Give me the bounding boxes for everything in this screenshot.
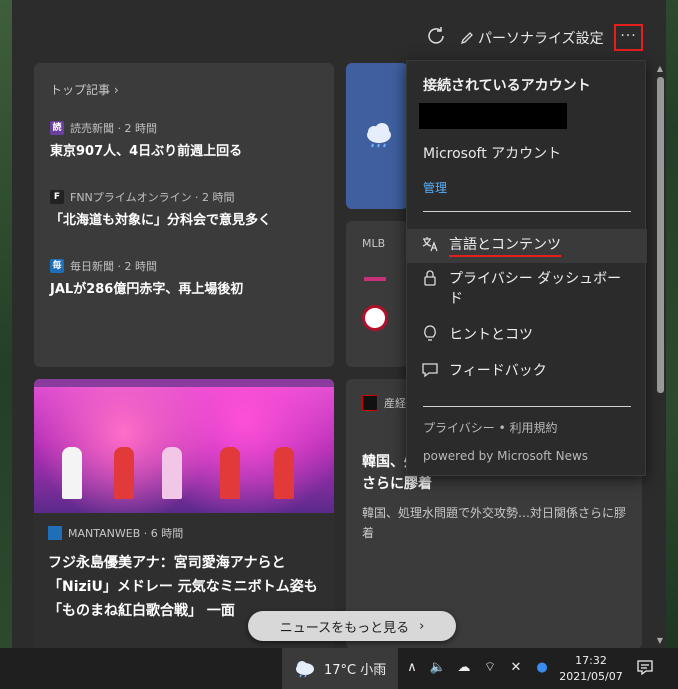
news-item[interactable]: F FNNプライムオンライン · 2 時間 「北海道も対象に」分科会で意見多く: [50, 189, 318, 228]
cloud-rain-icon: [296, 660, 314, 677]
news-title[interactable]: 東京907人、4日ぶり前週上回る: [50, 140, 318, 159]
mlb-card[interactable]: MLB: [346, 221, 408, 367]
more-news-label: ニュースをもっと見る: [279, 620, 410, 636]
feedback-icon: [422, 363, 438, 378]
chevron-up-icon[interactable]: ∧: [404, 659, 420, 675]
menu-item-language-content[interactable]: 言語とコンテンツ: [407, 229, 647, 263]
more-news-button[interactable]: ニュースをもっと見る ›: [248, 611, 456, 641]
manage-link[interactable]: 管理: [423, 179, 447, 196]
lock-icon: [424, 270, 436, 286]
stage-lights: [34, 379, 334, 387]
news-item[interactable]: 毎 毎日新聞 · 2 時間 JALが286億円赤字、再上場後初: [50, 258, 318, 297]
wifi-icon[interactable]: ⌔: [482, 659, 498, 675]
pencil-icon: [460, 32, 473, 45]
news-source: 産経: [384, 397, 406, 410]
news-source: MANTANWEB · 6 時間: [68, 527, 184, 540]
scrollbar-thumb[interactable]: [657, 77, 664, 393]
performer-figure: [162, 447, 182, 499]
more-options-button[interactable]: ···: [614, 24, 643, 51]
language-icon: [422, 237, 438, 252]
lightbulb-icon: [424, 325, 436, 341]
menu-item-feedback[interactable]: フィードバック: [407, 355, 647, 387]
photo-news-card[interactable]: MANTANWEB · 6 時間 フジ永島優美アナ：宮司愛海アナらと「NiziU…: [34, 379, 334, 648]
taskbar: 17°C 小雨 ∧ 🔈 ☁ ⌔ ✕ ● 17:32 2021/05/07: [0, 648, 678, 689]
menu-item-label: 言語とコンテンツ: [449, 235, 561, 257]
cloud-rain-icon: [367, 123, 391, 148]
news-widget-panel: パーソナライズ設定 ··· トップ記事 › 読 読売新聞 · 2 時間 東京90…: [12, 0, 666, 648]
news-item[interactable]: 読 読売新聞 · 2 時間 東京907人、4日ぶり前週上回る: [50, 120, 318, 159]
weather-card[interactable]: [346, 63, 408, 209]
publisher-logo-icon: 読: [50, 121, 64, 135]
vertical-scrollbar[interactable]: ▲ ▼: [654, 63, 666, 647]
scroll-up-icon[interactable]: ▲: [654, 63, 666, 75]
taskbar-weather-button[interactable]: 17°C 小雨: [282, 648, 398, 689]
redacted-account-name: [419, 103, 567, 129]
notification-icon[interactable]: [636, 659, 654, 677]
publisher-logo-icon: 毎: [50, 259, 64, 273]
powered-by-text: powered by Microsoft News: [423, 449, 589, 463]
scroll-down-icon[interactable]: ▼: [654, 635, 666, 647]
refresh-icon[interactable]: [426, 26, 446, 46]
taskbar-weather-label: 17°C 小雨: [324, 663, 387, 678]
chevron-right-icon: ›: [419, 618, 425, 634]
menu-divider: [423, 211, 631, 212]
menu-item-label: ヒントとコツ: [449, 327, 533, 343]
sankei-logo-icon: [362, 395, 378, 411]
menu-item-tips[interactable]: ヒントとコツ: [407, 319, 647, 351]
menu-item-label: フィードバック: [449, 363, 547, 379]
menu-divider: [423, 406, 631, 407]
menu-item-privacy-dashboard[interactable]: プライバシー ダッシュボード: [407, 263, 647, 315]
clock-time: 17:32: [575, 654, 607, 667]
privacy-terms-link[interactable]: プライバシー • 利用規約: [423, 419, 557, 436]
performer-figure: [114, 447, 134, 499]
app-circle-icon[interactable]: ●: [534, 659, 550, 675]
news-source: 読売新聞 · 2 時間: [70, 122, 157, 135]
options-menu: 接続されているアカウント Microsoft アカウント 管理 言語とコンテンツ…: [406, 60, 647, 476]
onedrive-icon[interactable]: ☁: [456, 659, 472, 675]
top-stories-header[interactable]: トップ記事 ›: [50, 81, 318, 98]
personalize-button[interactable]: パーソナライズ設定: [460, 28, 604, 48]
news-title[interactable]: 「北海道も対象に」分科会で意見多く: [50, 209, 318, 228]
publisher-logo-icon: F: [50, 190, 64, 204]
nationals-logo-icon: [362, 305, 388, 331]
mantanweb-logo-icon: [48, 526, 62, 540]
news-photo: [34, 379, 334, 513]
mlb-label: MLB: [362, 237, 386, 250]
taskbar-clock[interactable]: 17:32 2021/05/07: [556, 653, 626, 685]
performer-figure: [220, 447, 240, 499]
microsoft-account-label: Microsoft アカウント: [423, 146, 562, 162]
menu-item-label: プライバシー ダッシュボード: [449, 271, 622, 307]
team-logo-icon: [364, 277, 386, 281]
widget-toolbar: パーソナライズ設定 ···: [12, 0, 666, 62]
top-stories-card: トップ記事 › 読 読売新聞 · 2 時間 東京907人、4日ぶり前週上回る F…: [34, 63, 334, 367]
close-x-icon[interactable]: ✕: [508, 659, 524, 675]
performer-figure: [274, 447, 294, 499]
performer-figure: [62, 447, 82, 499]
system-tray: ∧ 🔈 ☁ ⌔ ✕ ●: [404, 659, 550, 676]
news-source: 毎日新聞 · 2 時間: [70, 260, 157, 273]
volume-icon[interactable]: 🔈: [430, 659, 446, 675]
connected-accounts-title: 接続されているアカウント: [423, 78, 591, 94]
news-body: 韓国、処理水問題で外交攻勢…対日関係さらに膠着: [362, 506, 627, 540]
personalize-label: パーソナライズ設定: [478, 31, 604, 47]
clock-date: 2021/05/07: [559, 670, 623, 683]
news-source: FNNプライムオンライン · 2 時間: [70, 191, 235, 204]
news-title[interactable]: JALが286億円赤字、再上場後初: [50, 278, 318, 297]
